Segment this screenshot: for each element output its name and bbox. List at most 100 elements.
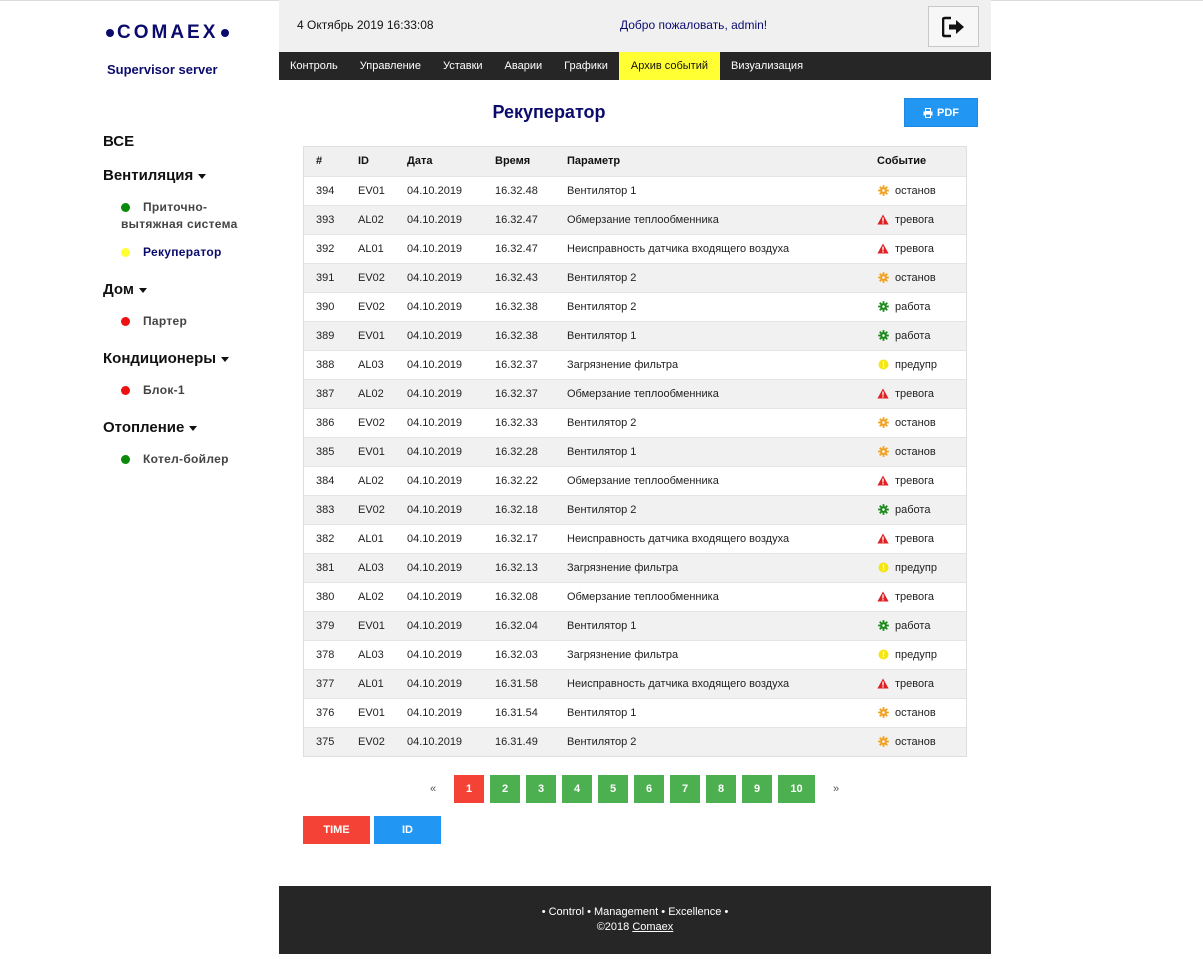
page-button-8[interactable]: 8 xyxy=(706,775,736,803)
cell-parameter: Вентилятор 2 xyxy=(567,416,637,429)
gear-icon xyxy=(877,504,889,516)
page-button-2[interactable]: 2 xyxy=(490,775,520,803)
sidebar-group-conditioners[interactable]: Кондиционеры xyxy=(103,348,273,368)
table-row: 375 EV02 04.10.2019 16.31.49 Вентилятор 2 ост… xyxy=(304,727,966,756)
cell-id: EV02 xyxy=(358,416,385,429)
cell-date: 04.10.2019 xyxy=(407,590,463,603)
event-label: тревога xyxy=(895,213,934,226)
events-table: # ID Дата Время Параметр Событие 394 EV01… xyxy=(303,146,967,757)
menu-item-alarms[interactable]: Аварии xyxy=(494,52,554,80)
cell-time: 16.32.48 xyxy=(495,184,538,197)
cell-id: EV01 xyxy=(358,706,385,719)
footer-slogan: • Control • Management • Excellence • xyxy=(541,906,729,918)
cell-id: EV02 xyxy=(358,300,385,313)
cell-time: 16.32.37 xyxy=(495,387,538,400)
cell-event: предупр xyxy=(877,350,966,379)
table-row: 378 AL03 04.10.2019 16.32.03 Загрязнение фил… xyxy=(304,640,966,669)
column-header-event[interactable]: Событие xyxy=(877,147,966,176)
sidebar-item-block-1[interactable]: Блок-1 xyxy=(121,382,273,399)
cell-date: 04.10.2019 xyxy=(407,242,463,255)
cell-parameter: Вентилятор 2 xyxy=(567,503,637,516)
cell-id: AL03 xyxy=(358,358,384,371)
cell-date: 04.10.2019 xyxy=(407,561,463,574)
pagination-next[interactable]: » xyxy=(825,783,847,795)
menu-item-event-archive[interactable]: Архив событий xyxy=(618,52,721,80)
column-header-parameter[interactable]: Параметр xyxy=(567,147,877,176)
table-row: 393 AL02 04.10.2019 16.32.47 Обмерзание тепл… xyxy=(304,205,966,234)
sidebar-item-supply-exhaust[interactable]: Приточно- вытяжная система xyxy=(121,199,273,233)
cell-id: AL03 xyxy=(358,561,384,574)
sidebar-item-parter[interactable]: Партер xyxy=(121,313,273,330)
table-row: 391 EV02 04.10.2019 16.32.43 Вентилятор 2 ост… xyxy=(304,263,966,292)
warning-triangle-icon xyxy=(877,214,889,226)
table-body: 394 EV01 04.10.2019 16.32.48 Вентилятор 1 ост… xyxy=(304,176,966,756)
page-button-7[interactable]: 7 xyxy=(670,775,700,803)
menu-item-visualization[interactable]: Визуализация xyxy=(720,52,814,80)
cell-time: 16.32.18 xyxy=(495,503,538,516)
cell-parameter: Вентилятор 1 xyxy=(567,329,637,342)
warning-triangle-icon xyxy=(877,591,889,603)
page-button-4[interactable]: 4 xyxy=(562,775,592,803)
sign-out-icon xyxy=(941,16,964,37)
company-link[interactable]: Comaex xyxy=(632,921,673,933)
page-button-9[interactable]: 9 xyxy=(742,775,772,803)
page-button-10[interactable]: 10 xyxy=(778,775,815,803)
sidebar-item-label: Приточно- вытяжная система xyxy=(121,199,273,233)
page-button-3[interactable]: 3 xyxy=(526,775,556,803)
cell-id: EV02 xyxy=(358,735,385,748)
event-label: работа xyxy=(895,329,931,342)
column-header-date[interactable]: Дата xyxy=(407,147,495,176)
sidebar-group-ventilation[interactable]: Вентиляция xyxy=(103,165,273,185)
sidebar-group-heating[interactable]: Отопление xyxy=(103,417,273,437)
table-row: 384 AL02 04.10.2019 16.32.22 Обмерзание тепл… xyxy=(304,466,966,495)
pdf-label: PDF xyxy=(937,106,959,119)
sidebar-item-recuperator[interactable]: Рекуператор xyxy=(121,244,273,261)
page-button-5[interactable]: 5 xyxy=(598,775,628,803)
cell-parameter: Вентилятор 1 xyxy=(567,184,637,197)
copyright-text: ©2018 xyxy=(596,921,630,933)
sort-id-button[interactable]: ID xyxy=(374,816,441,844)
cell-time: 16.32.13 xyxy=(495,561,538,574)
logout-button[interactable] xyxy=(928,6,979,47)
cell-date: 04.10.2019 xyxy=(407,184,463,197)
cell-id: AL03 xyxy=(358,648,384,661)
column-header-number[interactable]: # xyxy=(304,147,358,176)
cell-parameter: Неисправность датчика входящего воздуха xyxy=(567,242,790,255)
logo-text: COMAEX xyxy=(117,22,219,43)
cell-id: EV01 xyxy=(358,184,385,197)
cell-id: AL01 xyxy=(358,677,384,690)
sidebar-item-label-line1: Приточно- xyxy=(143,200,208,214)
cell-time: 16.32.03 xyxy=(495,648,538,661)
pdf-button[interactable]: PDF xyxy=(904,98,978,127)
table-row: 394 EV01 04.10.2019 16.32.48 Вентилятор 1 ост… xyxy=(304,176,966,205)
cell-id: EV01 xyxy=(358,619,385,632)
warning-triangle-icon xyxy=(877,243,889,255)
sidebar-group-house[interactable]: Дом xyxy=(103,279,273,299)
column-header-time[interactable]: Время xyxy=(495,147,567,176)
menu-item-setpoints[interactable]: Уставки xyxy=(432,52,494,80)
group-label: Вентиляция xyxy=(103,166,194,184)
cell-number: 388 xyxy=(316,358,335,371)
column-header-id[interactable]: ID xyxy=(358,147,407,176)
cell-event: тревога xyxy=(877,524,966,553)
menu-item-graphs[interactable]: Графики xyxy=(553,52,619,80)
sidebar-item-label: Блок-1 xyxy=(143,383,185,397)
page-button-1[interactable]: 1 xyxy=(454,775,484,803)
cell-time: 16.31.58 xyxy=(495,677,538,690)
sort-time-button[interactable]: TIME xyxy=(303,816,370,844)
sidebar-item-boiler[interactable]: Котел-бойлер xyxy=(121,451,273,468)
cell-parameter: Вентилятор 2 xyxy=(567,735,637,748)
page-button-6[interactable]: 6 xyxy=(634,775,664,803)
menu-item-management[interactable]: Управление xyxy=(349,52,432,80)
table-row: 386 EV02 04.10.2019 16.32.33 Вентилятор 2 ост… xyxy=(304,408,966,437)
sidebar-item-all[interactable]: ВСЕ xyxy=(103,133,273,151)
logo[interactable]: COMAEX xyxy=(103,22,243,44)
exclamation-circle-icon xyxy=(877,359,889,371)
footer-copyright: ©2018 Comaex xyxy=(279,921,991,933)
menu-item-control[interactable]: Контроль xyxy=(279,52,349,80)
cell-date: 04.10.2019 xyxy=(407,474,463,487)
pagination-prev[interactable]: « xyxy=(422,783,444,795)
event-label: тревога xyxy=(895,474,934,487)
table-row: 377 AL01 04.10.2019 16.31.58 Неисправность д… xyxy=(304,669,966,698)
sidebar: ВСЕ Вентиляция Приточно- вытяжная систем… xyxy=(103,133,273,486)
